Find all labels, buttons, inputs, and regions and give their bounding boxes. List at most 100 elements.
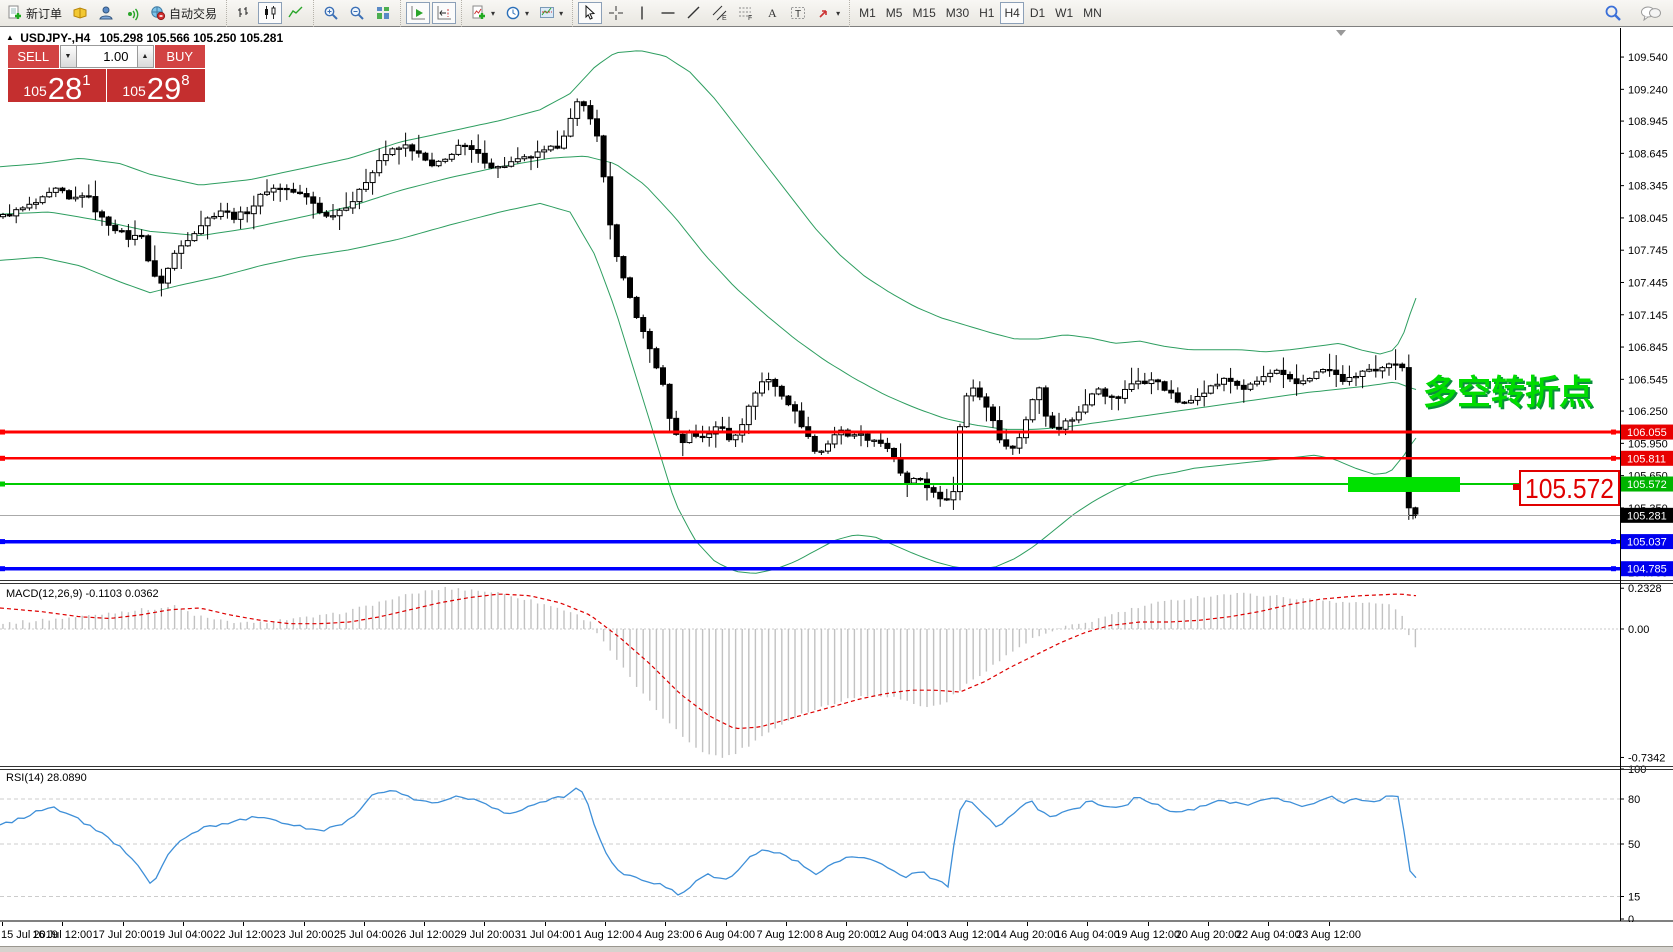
- toolbar-tile-windows-icon[interactable]: [371, 2, 395, 24]
- toolbar-crosshair-icon[interactable]: [604, 2, 628, 24]
- svg-text:105.037: 105.037: [1627, 537, 1667, 549]
- toolbar-group: 新订单 自动交易: [0, 0, 224, 27]
- toolbar-chart-shift-icon[interactable]: [432, 2, 456, 24]
- price-tag-105.281: 105.281: [1621, 508, 1673, 523]
- buy-button[interactable]: BUY: [155, 45, 206, 68]
- time-axis-label: 25 Jul 04:00: [334, 929, 394, 941]
- time-axis-label: 22 Aug 04:00: [1236, 929, 1301, 941]
- toolbar-fibonacci-icon[interactable]: F: [734, 2, 758, 24]
- price-tag-105.572: 105.572: [1621, 477, 1673, 492]
- toolbar-text-label-icon[interactable]: T: [786, 2, 810, 24]
- time-axis-label: 4 Aug 23:00: [636, 929, 695, 941]
- svg-text:105.572: 105.572: [1525, 473, 1614, 504]
- toolbar-signal-icon[interactable]: [120, 2, 144, 24]
- highlight-rectangle[interactable]: [1348, 477, 1460, 492]
- time-tick: [1268, 922, 1269, 926]
- toolbar-vertical-line-icon[interactable]: [630, 2, 654, 24]
- toolbar-cursor-icon[interactable]: [578, 2, 602, 24]
- toolbar-text-icon[interactable]: A: [760, 2, 784, 24]
- toolbar-line-chart-icon[interactable]: [284, 2, 308, 24]
- buy-price-sup: 8: [181, 72, 189, 89]
- collapse-panel-icon[interactable]: ▲: [6, 33, 14, 42]
- time-axis-label: 19 Aug 12:00: [1115, 929, 1180, 941]
- sell-price-button[interactable]: 105 28 1: [8, 69, 106, 102]
- volume-input[interactable]: [77, 45, 137, 68]
- time-tick: [243, 922, 244, 926]
- time-tick: [1148, 922, 1149, 926]
- time-axis-label: 31 Jul 04:00: [515, 929, 575, 941]
- time-axis-label: 16 Aug 04:00: [1055, 929, 1120, 941]
- time-tick: [1087, 922, 1088, 926]
- hline-104.785[interactable]: [0, 566, 1620, 571]
- mt4-window: 新订单自动交易▾▾▾EFAT▾M1M5M15M30H1H4D1W1MN ▲ US…: [0, 0, 1673, 952]
- price-tag-105.811: 105.811: [1621, 451, 1673, 466]
- svg-text:108.945: 108.945: [1628, 116, 1668, 128]
- svg-text:T: T: [795, 9, 801, 20]
- time-axis-label: 22 Jul 12:00: [213, 929, 273, 941]
- time-tick: [183, 922, 184, 926]
- svg-text:109.240: 109.240: [1628, 84, 1668, 96]
- toolbar-zoom-in-icon[interactable]: [319, 2, 343, 24]
- toolbar-tf-H1-button[interactable]: H1: [975, 2, 998, 24]
- toolbar-auto-trading-icon[interactable]: 自动交易: [146, 2, 221, 24]
- time-tick: [665, 922, 666, 926]
- volume-decrease-button[interactable]: ▼: [60, 45, 77, 68]
- macd-axis-tick: 0.00: [1628, 624, 1649, 636]
- time-tick: [1329, 922, 1330, 926]
- time-axis[interactable]: 15 Jul 201916 Jul 12:0017 Jul 20:0019 Ju…: [0, 922, 1673, 946]
- buy-price-prefix: 105: [122, 83, 145, 99]
- sell-price-prefix: 105: [23, 83, 46, 99]
- time-tick: [967, 922, 968, 926]
- toolbar-tf-MN-button[interactable]: MN: [1079, 2, 1106, 24]
- toolbar-equidistant-channel-icon[interactable]: E: [708, 2, 732, 24]
- svg-text:109.540: 109.540: [1628, 52, 1668, 64]
- toolbar-group: EFAT ▾: [572, 0, 847, 27]
- toolbar-quotes-icon[interactable]: [68, 2, 92, 24]
- toolbar-arrows-icon[interactable]: ▾: [812, 2, 844, 24]
- toolbar-tf-D1-button[interactable]: D1: [1026, 2, 1049, 24]
- toolbar-profile-icon[interactable]: [94, 2, 118, 24]
- time-tick: [846, 922, 847, 926]
- toolbar-new-order-icon[interactable]: 新订单: [3, 2, 66, 24]
- sell-button[interactable]: SELL: [8, 45, 59, 68]
- toolbar-zoom-out-icon[interactable]: [345, 2, 369, 24]
- toolbar-bar-chart-icon[interactable]: [232, 2, 256, 24]
- toolbar-community-icon[interactable]: [1636, 2, 1666, 24]
- toolbar-indicators-icon[interactable]: ▾: [467, 2, 499, 24]
- svg-text:106.845: 106.845: [1628, 342, 1668, 354]
- status-strip: [0, 946, 1673, 952]
- volume-increase-button[interactable]: ▲: [137, 45, 154, 68]
- toolbar-auto-scroll-icon[interactable]: [406, 2, 430, 24]
- time-tick: [786, 922, 787, 926]
- toolbar-group: M1M5M15M30H1H4D1W1MN: [849, 0, 1109, 27]
- toolbar-candle-chart-icon[interactable]: [258, 2, 282, 24]
- svg-text:多空转折点: 多空转折点: [1423, 374, 1593, 412]
- time-axis-label: 20 Aug 20:00: [1176, 929, 1241, 941]
- price-tag-106.055: 106.055: [1621, 425, 1673, 440]
- price-label-box[interactable]: 105.572: [1513, 471, 1619, 505]
- chart-canvas[interactable]: 多空转折点多空转折点 105.572 109.540 109.240 108.945 10…: [0, 28, 1673, 922]
- toolbar-periods-icon[interactable]: ▾: [501, 2, 533, 24]
- toolbar-tf-H4-button[interactable]: H4: [1000, 2, 1023, 24]
- toolbar-search-icon[interactable]: [1600, 2, 1626, 24]
- time-tick: [907, 922, 908, 926]
- toolbar-tf-M1-button[interactable]: M1: [855, 2, 880, 24]
- svg-text:107.445: 107.445: [1628, 277, 1668, 289]
- time-tick: [484, 922, 485, 926]
- annotation-text[interactable]: 多空转折点多空转折点: [1423, 374, 1595, 414]
- rsi-label: RSI(14) 28.0890: [6, 772, 87, 784]
- price-tag-105.037: 105.037: [1621, 534, 1673, 549]
- buy-price-button[interactable]: 105 29 8: [107, 69, 205, 102]
- toolbar-tf-M15-button[interactable]: M15: [908, 2, 939, 24]
- time-axis-label: 29 Jul 20:00: [454, 929, 514, 941]
- toolbar-tf-M30-button[interactable]: M30: [942, 2, 973, 24]
- time-axis-label: 1 Aug 12:00: [576, 929, 635, 941]
- time-axis-label: 19 Jul 04:00: [153, 929, 213, 941]
- hline-105.037[interactable]: [0, 539, 1620, 544]
- toolbar-horizontal-line-icon[interactable]: [656, 2, 680, 24]
- toolbar-templates-icon[interactable]: ▾: [535, 2, 567, 24]
- time-tick: [304, 922, 305, 926]
- toolbar-tf-W1-button[interactable]: W1: [1051, 2, 1077, 24]
- toolbar-trendline-icon[interactable]: [682, 2, 706, 24]
- toolbar-tf-M5-button[interactable]: M5: [882, 2, 907, 24]
